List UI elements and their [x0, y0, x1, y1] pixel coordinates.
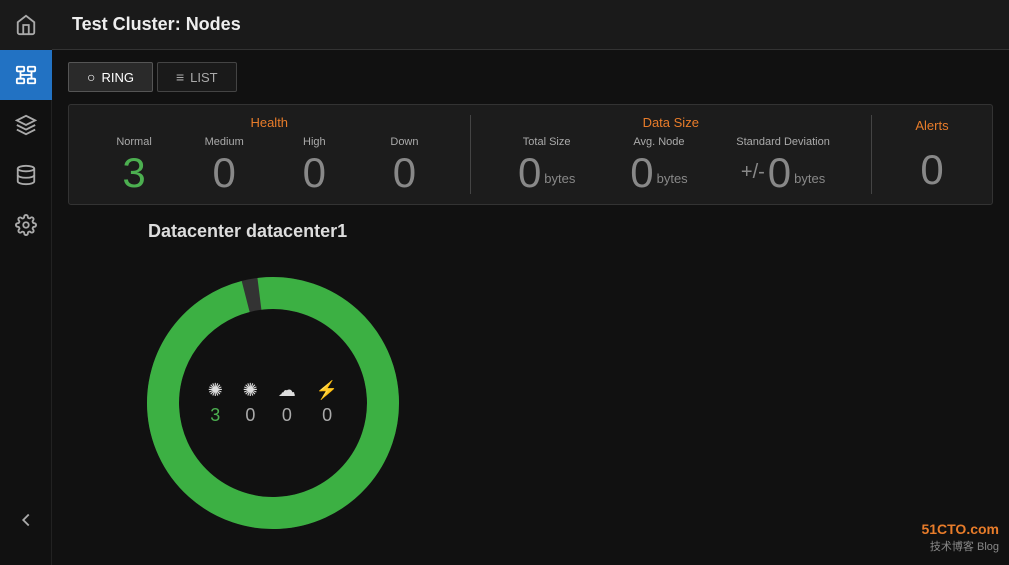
datacenter-title: Datacenter datacenter1 [148, 221, 347, 242]
view-tabs: ○ RING ≡ LIST [68, 62, 993, 92]
std-dev-unit: bytes [794, 171, 825, 186]
data-size-section: Data Size Total Size 0 bytes Avg. Node 0 [491, 115, 852, 194]
sidebar-item-database[interactable] [0, 150, 52, 200]
health-columns: Normal 3 Medium 0 High 0 Down 0 [89, 136, 450, 194]
alerts-section: Alerts 0 [892, 115, 972, 194]
alerts-title: Alerts [915, 118, 948, 133]
tab-ring[interactable]: ○ RING [68, 62, 153, 92]
stat-total-size: Total Size 0 bytes [512, 136, 582, 194]
watermark-subtitle: 技术博客 Blog [921, 540, 999, 555]
stat-down: Down 0 [369, 136, 439, 194]
watermark-site: 51CTO.com [921, 520, 999, 540]
avg-node-label: Avg. Node [633, 136, 684, 148]
nodes-icon [15, 64, 37, 86]
ring-tab-icon: ○ [87, 69, 95, 85]
ring-section: Datacenter datacenter1 ✺ 3 [68, 221, 993, 548]
std-dev-value: 0 [768, 152, 791, 194]
nodes-title: Nodes [186, 14, 241, 34]
normal-value: 3 [122, 152, 145, 194]
ring-value-0: 3 [210, 405, 220, 426]
chevron-left-icon [15, 509, 37, 531]
sidebar-collapse-button[interactable] [0, 495, 52, 545]
layers-icon [15, 114, 37, 136]
stat-high: High 0 [279, 136, 349, 194]
avg-node-unit: bytes [657, 171, 688, 186]
page-title: Test Cluster: Nodes [72, 14, 241, 35]
tab-list[interactable]: ≡ LIST [157, 62, 237, 92]
main-content: Test Cluster: Nodes ○ RING ≡ LIST Health… [52, 0, 1009, 565]
ring-inner-content: ✺ 3 ✺ 0 ☁ 0 ⚡ 0 [208, 380, 339, 426]
sun-icon-0: ✺ [208, 380, 223, 401]
bolt-icon: ⚡ [316, 380, 338, 401]
std-dev-label: Standard Deviation [736, 136, 830, 148]
std-dev-value-group: +/- 0 bytes [741, 152, 825, 194]
divider-2 [871, 115, 872, 194]
cluster-label: Test Cluster: [72, 14, 186, 34]
ring-icon-col-3: ⚡ 0 [316, 380, 338, 426]
page-content: ○ RING ≡ LIST Health Normal 3 Medium [52, 50, 1009, 565]
sidebar-item-home[interactable] [0, 0, 52, 50]
watermark: 51CTO.com 技术博客 Blog [921, 520, 999, 555]
sidebar [0, 0, 52, 565]
normal-label: Normal [116, 136, 151, 148]
home-icon [15, 14, 37, 36]
ring-icon-col-1: ✺ 0 [243, 380, 258, 426]
avg-node-value: 0 [630, 152, 653, 194]
medium-label: Medium [205, 136, 244, 148]
health-title: Health [89, 115, 450, 130]
sidebar-item-settings[interactable] [0, 200, 52, 250]
stat-avg-node: Avg. Node 0 bytes [624, 136, 694, 194]
list-tab-icon: ≡ [176, 69, 184, 85]
total-size-unit: bytes [544, 171, 575, 186]
ring-value-3: 0 [322, 405, 332, 426]
ring-tab-label: RING [101, 70, 134, 85]
data-size-columns: Total Size 0 bytes Avg. Node 0 bytes [491, 136, 852, 194]
page-header: Test Cluster: Nodes [52, 0, 1009, 50]
total-size-label: Total Size [523, 136, 571, 148]
sidebar-item-nodes[interactable] [0, 50, 52, 100]
cloud-icon: ☁ [278, 380, 296, 401]
stat-normal: Normal 3 [99, 136, 169, 194]
stat-medium: Medium 0 [189, 136, 259, 194]
data-size-title: Data Size [491, 115, 852, 130]
ring-icons: ✺ 3 ✺ 0 ☁ 0 ⚡ 0 [208, 380, 339, 426]
divider-1 [470, 115, 471, 194]
total-size-value: 0 [518, 152, 541, 194]
sidebar-item-layers[interactable] [0, 100, 52, 150]
ring-value-1: 0 [245, 405, 255, 426]
sun-icon-1: ✺ [243, 380, 258, 401]
avg-node-value-group: 0 bytes [630, 152, 687, 194]
settings-icon [15, 214, 37, 236]
ring-value-2: 0 [282, 405, 292, 426]
high-value: 0 [303, 152, 326, 194]
database-icon [15, 164, 37, 186]
ring-diagram: ✺ 3 ✺ 0 ☁ 0 ⚡ 0 [128, 258, 418, 548]
std-dev-prefix: +/- [741, 161, 765, 184]
ring-icon-col-2: ☁ 0 [278, 380, 296, 426]
list-tab-label: LIST [190, 70, 217, 85]
high-label: High [303, 136, 326, 148]
alerts-value: 0 [920, 149, 943, 191]
health-section: Health Normal 3 Medium 0 High 0 [89, 115, 450, 194]
down-value: 0 [393, 152, 416, 194]
medium-value: 0 [213, 152, 236, 194]
down-label: Down [390, 136, 418, 148]
ring-icon-col-0: ✺ 3 [208, 380, 223, 426]
stats-panel: Health Normal 3 Medium 0 High 0 [68, 104, 993, 205]
total-size-value-group: 0 bytes [518, 152, 575, 194]
stat-std-dev: Standard Deviation +/- 0 bytes [736, 136, 830, 194]
